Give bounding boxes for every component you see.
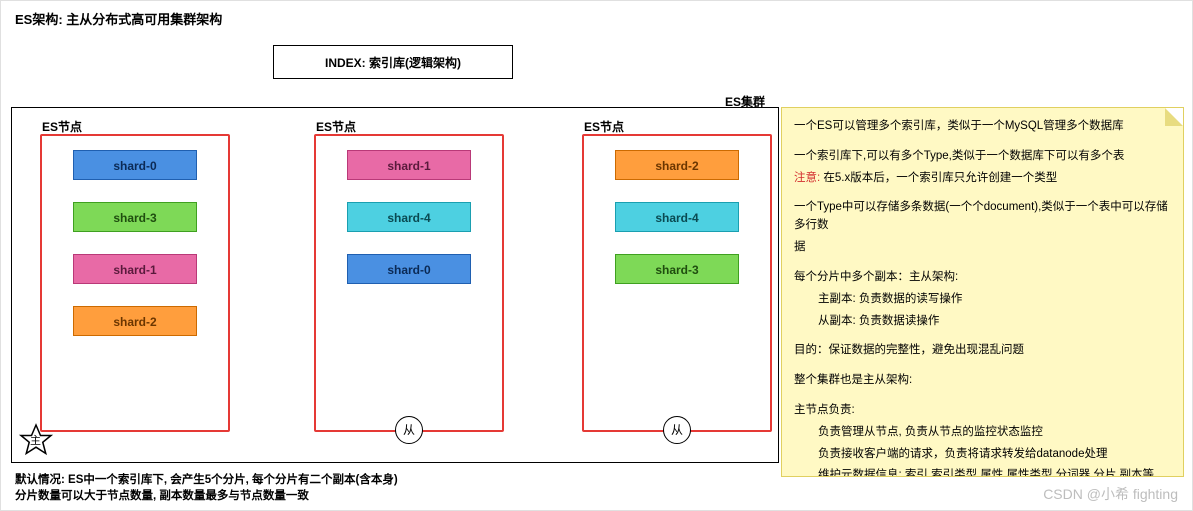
node-badge-slave: 从 — [663, 416, 691, 444]
shard-4: shard-4 — [615, 202, 739, 232]
notes-panel: 一个ES可以管理多个索引库，类似于一个MySQL管理多个数据库 一个索引库下,可… — [781, 107, 1184, 477]
dogear-icon — [1165, 108, 1183, 126]
shard-4: shard-4 — [347, 202, 471, 232]
note-line: 负责接收客户端的请求，负责将请求转发给datanode处理 — [794, 446, 1171, 464]
note-line: 一个ES可以管理多个索引库，类似于一个MySQL管理多个数据库 — [794, 118, 1171, 136]
es-node-3: ES节点 shard-2 shard-4 shard-3 从 — [582, 134, 772, 432]
shard-0: shard-0 — [347, 254, 471, 284]
cluster-box: ES节点 shard-0 shard-3 shard-1 shard-2 ES节… — [11, 107, 779, 463]
note-line: 主副本: 负责数据的读写操作 — [794, 291, 1171, 309]
shard-3: shard-3 — [73, 202, 197, 232]
node-badge-master: 主 — [30, 432, 41, 448]
note-line: 据 — [794, 239, 1171, 257]
diagram-canvas: ES架构: 主从分布式高可用集群架构 INDEX: 索引库(逻辑架构) ES集群… — [0, 0, 1193, 511]
shard-1: shard-1 — [73, 254, 197, 284]
warn-text: 在5.x版本后，一个索引库只允许创建一个类型 — [820, 172, 1057, 184]
shard-2: shard-2 — [73, 306, 197, 336]
es-node-1: ES节点 shard-0 shard-3 shard-1 shard-2 — [40, 134, 230, 432]
note-line: 一个索引库下,可以有多个Type,类似于一个数据库下可以有多个表 — [794, 148, 1171, 166]
note-line: 每个分片中多个副本：主从架构: — [794, 269, 1171, 287]
note-line: 整个集群也是主从架构: — [794, 372, 1171, 390]
shard-0: shard-0 — [73, 150, 197, 180]
footer-line-2: 分片数量可以大于节点数量, 副本数量最多与节点数量一致 — [15, 488, 398, 504]
note-line: 一个Type中可以存储多条数据(一个个document),类似于一个表中可以存储… — [794, 199, 1171, 235]
note-line: 维护元数据信息: 索引 索引类型 属性 属性类型 分词器 分片 副本等 — [794, 467, 1171, 477]
note-warning: 注意: 在5.x版本后，一个索引库只允许创建一个类型 — [794, 170, 1171, 188]
page-title: ES架构: 主从分布式高可用集群架构 — [15, 9, 222, 28]
note-line: 主节点负责: — [794, 402, 1171, 420]
shard-3: shard-3 — [615, 254, 739, 284]
node-label: ES节点 — [584, 118, 624, 135]
index-box: INDEX: 索引库(逻辑架构) — [273, 45, 513, 79]
note-line: 从副本: 负责数据读操作 — [794, 313, 1171, 331]
footer-line-1: 默认情况: ES中一个索引库下, 会产生5个分片, 每个分片有二个副本(含本身) — [15, 472, 398, 488]
note-line: 负责管理从节点, 负责从节点的监控状态监控 — [794, 424, 1171, 442]
shard-2: shard-2 — [615, 150, 739, 180]
note-line: 目的：保证数据的完整性，避免出现混乱问题 — [794, 342, 1171, 360]
footer-notes: 默认情况: ES中一个索引库下, 会产生5个分片, 每个分片有二个副本(含本身)… — [15, 472, 398, 504]
node-label: ES节点 — [316, 118, 356, 135]
es-node-2: ES节点 shard-1 shard-4 shard-0 从 — [314, 134, 504, 432]
node-badge-slave: 从 — [395, 416, 423, 444]
watermark: CSDN @小希 fighting — [1043, 484, 1178, 504]
node-label: ES节点 — [42, 118, 82, 135]
shard-1: shard-1 — [347, 150, 471, 180]
warn-label: 注意: — [794, 172, 820, 184]
